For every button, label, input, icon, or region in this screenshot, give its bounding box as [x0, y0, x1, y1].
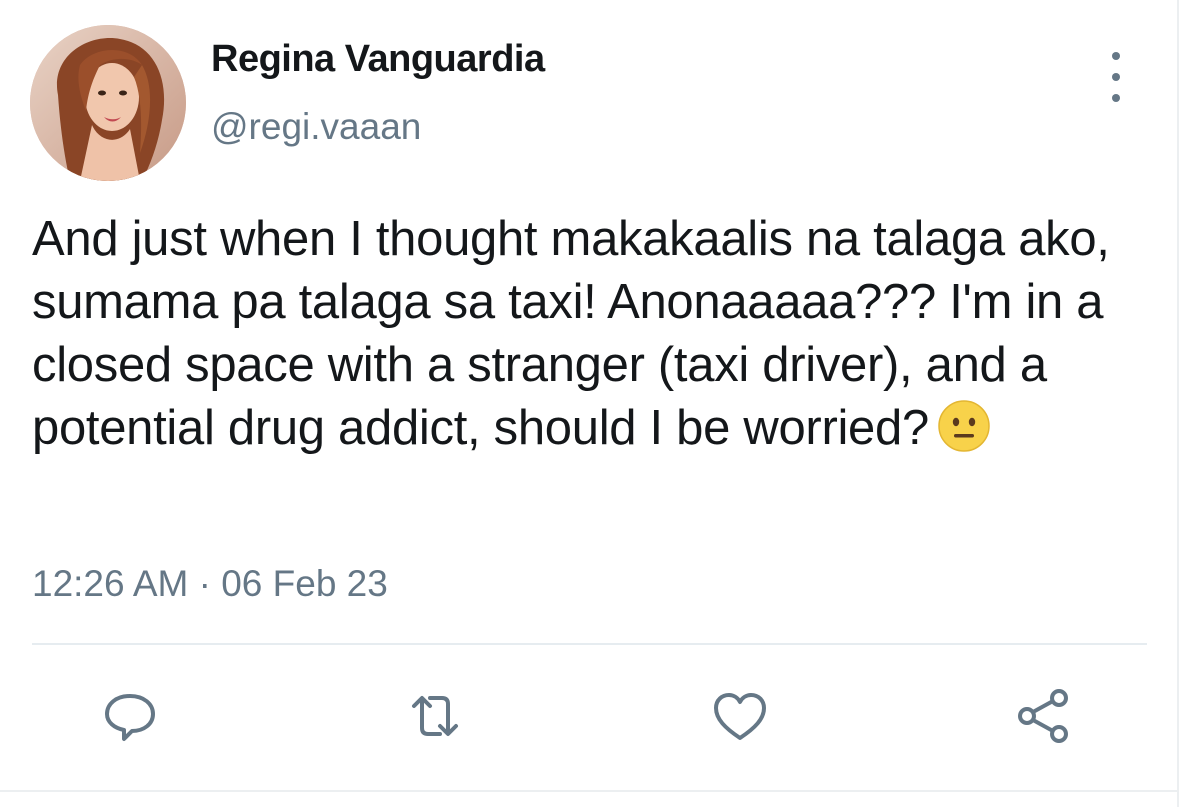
retweet-button[interactable]: [402, 683, 468, 749]
speech-bubble-icon: [105, 694, 155, 741]
more-dot-icon: [1112, 94, 1120, 102]
more-dot-icon: [1112, 73, 1120, 81]
user-handle[interactable]: @regi.vaaan: [211, 106, 421, 148]
neutral-face-emoji-icon: [937, 399, 991, 469]
tweet-text: And just when I thought makakaalis na ta…: [32, 208, 1152, 469]
retweet-icon: [412, 696, 458, 736]
tweet-card: Regina Vanguardia @regi.vaaan And just w…: [0, 0, 1179, 807]
divider: [32, 643, 1147, 645]
like-button[interactable]: [707, 683, 773, 749]
avatar-photo: [30, 25, 186, 181]
more-options-button[interactable]: [1096, 52, 1136, 102]
display-name[interactable]: Regina Vanguardia: [211, 38, 545, 81]
more-dot-icon: [1112, 52, 1120, 60]
share-button[interactable]: [1011, 683, 1077, 749]
avatar[interactable]: [30, 25, 186, 181]
share-icon: [1018, 689, 1068, 743]
tweet-timestamp[interactable]: 12:26 AM · 06 Feb 23: [32, 563, 388, 605]
heart-icon: [714, 693, 766, 740]
reply-button[interactable]: [97, 683, 163, 749]
card-bottom-border: [0, 790, 1179, 792]
